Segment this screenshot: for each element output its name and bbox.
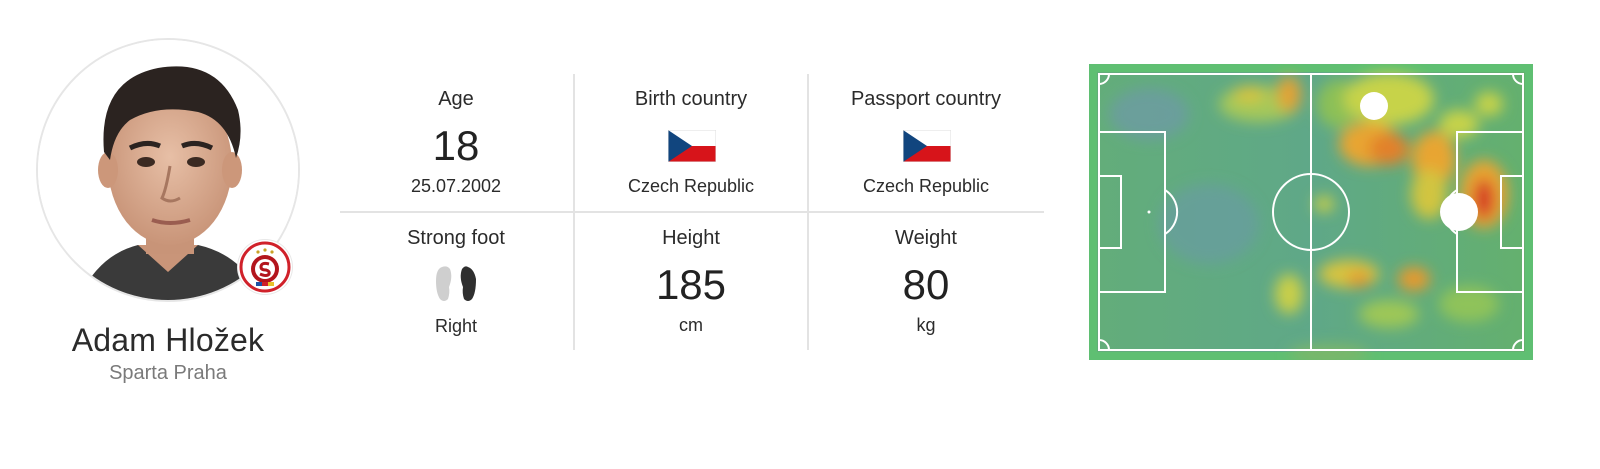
stat-weight: Weight 80 kg <box>810 213 1042 350</box>
passport-country-name: Czech Republic <box>862 176 990 196</box>
birth-date: 25.07.2002 <box>410 176 502 196</box>
strong-foot-value: Right <box>434 316 478 336</box>
stats-grid: Age 18 25.07.2002 Birth country Czech Re… <box>340 74 1044 350</box>
height-unit: cm <box>679 315 703 335</box>
stat-label: Height <box>662 227 720 249</box>
stat-label: Strong foot <box>407 227 505 249</box>
position-marker <box>1440 193 1478 231</box>
heatmap-pitch <box>1089 64 1533 360</box>
player-name: Adam Hložek <box>71 322 265 358</box>
czech-flag-icon <box>668 130 716 162</box>
age-value: 18 <box>432 122 480 169</box>
stat-birth-country: Birth country Czech Republic <box>575 74 807 211</box>
stat-age: Age 18 25.07.2002 <box>340 74 572 211</box>
stat-label: Birth country <box>634 88 748 110</box>
weight-unit: kg <box>916 315 936 335</box>
height-value: 185 <box>655 261 727 308</box>
weight-value: 80 <box>902 261 950 308</box>
feet-icon <box>436 266 476 301</box>
player-profile: Adam Hložek Sparta Praha Age 18 25.07.20… <box>0 0 1600 469</box>
stat-height: Height 185 cm <box>575 213 807 350</box>
birth-country-name: Czech Republic <box>627 176 755 196</box>
club-badge <box>238 240 292 294</box>
stat-label: Weight <box>895 227 957 249</box>
stat-label: Age <box>438 88 474 110</box>
czech-flag-icon <box>903 130 951 162</box>
position-marker <box>1360 92 1388 120</box>
stat-label: Passport country <box>850 88 1002 110</box>
sparta-praha-badge-icon <box>239 241 291 293</box>
player-club: Sparta Praha <box>109 362 227 384</box>
stat-passport-country: Passport country Czech Republic <box>810 74 1042 211</box>
stat-strong-foot: Strong foot Right <box>340 213 572 350</box>
